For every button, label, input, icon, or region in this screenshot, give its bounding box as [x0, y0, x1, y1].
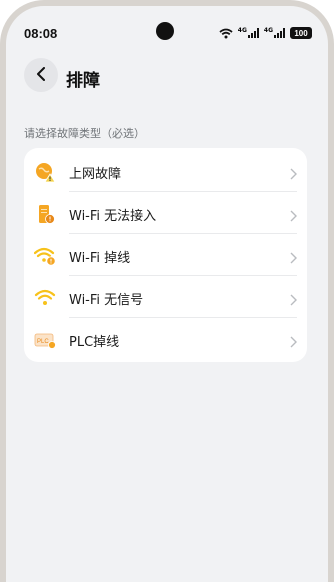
chevron-right-icon: [290, 333, 297, 352]
fault-item-label: Wi-Fi 无法接入: [69, 209, 157, 224]
chevron-left-icon: [36, 66, 46, 85]
divider: [69, 233, 297, 234]
internet-warning-icon: [34, 161, 56, 183]
wifi-status-icon: [219, 28, 233, 39]
plc-icon: PLC: [34, 329, 56, 351]
fault-type-list: 上网故障 Wi-Fi 无法接入 Wi-Fi 掉线 Wi-Fi 无信号 PLC P…: [24, 148, 307, 362]
chevron-right-icon: [290, 291, 297, 310]
svg-text:PLC: PLC: [37, 339, 49, 345]
status-bar: 08:08 4G 4G 100: [6, 6, 328, 50]
battery-icon: 100: [290, 27, 312, 39]
chevron-right-icon: [290, 207, 297, 226]
router-warning-icon: [34, 203, 56, 225]
status-time: 08:08: [24, 26, 58, 41]
fault-item-label: Wi-Fi 掉线: [69, 251, 131, 266]
cellular-signal-icon-2: 4G: [264, 28, 285, 38]
screen: 08:08 4G 4G 100 排障 请选择故障类型（必选） 上网故障 Wi-F…: [6, 6, 328, 582]
back-button[interactable]: [24, 58, 58, 92]
fault-item-label: Wi-Fi 无信号: [69, 293, 144, 308]
chevron-right-icon: [290, 249, 297, 268]
cellular-signal-icon: 4G: [238, 28, 259, 38]
wifi-icon: [34, 287, 56, 309]
status-icons: 4G 4G 100: [219, 26, 312, 40]
network-type-label: 4G: [237, 27, 247, 34]
page-title: 排障: [66, 71, 100, 91]
section-hint: 请选择故障类型（必选）: [24, 127, 145, 140]
divider: [69, 317, 297, 318]
front-camera: [156, 22, 174, 40]
fault-item-label: PLC掉线: [69, 335, 120, 350]
network-type-label-2: 4G: [263, 27, 273, 34]
divider: [69, 275, 297, 276]
fault-item-label: 上网故障: [69, 167, 122, 182]
fault-item-wifi-disconnect[interactable]: Wi-Fi 掉线: [24, 235, 307, 276]
fault-item-internet[interactable]: 上网故障: [24, 151, 307, 192]
wifi-warning-icon: [34, 245, 56, 267]
divider: [69, 191, 297, 192]
chevron-right-icon: [290, 165, 297, 184]
fault-item-plc-disconnect[interactable]: PLC PLC掉线: [24, 319, 307, 360]
fault-item-wifi-no-signal[interactable]: Wi-Fi 无信号: [24, 277, 307, 318]
header: 排障: [6, 54, 328, 100]
phone-frame: 08:08 4G 4G 100 排障 请选择故障类型（必选） 上网故障 Wi-F…: [0, 0, 334, 582]
fault-item-wifi-access[interactable]: Wi-Fi 无法接入: [24, 193, 307, 234]
